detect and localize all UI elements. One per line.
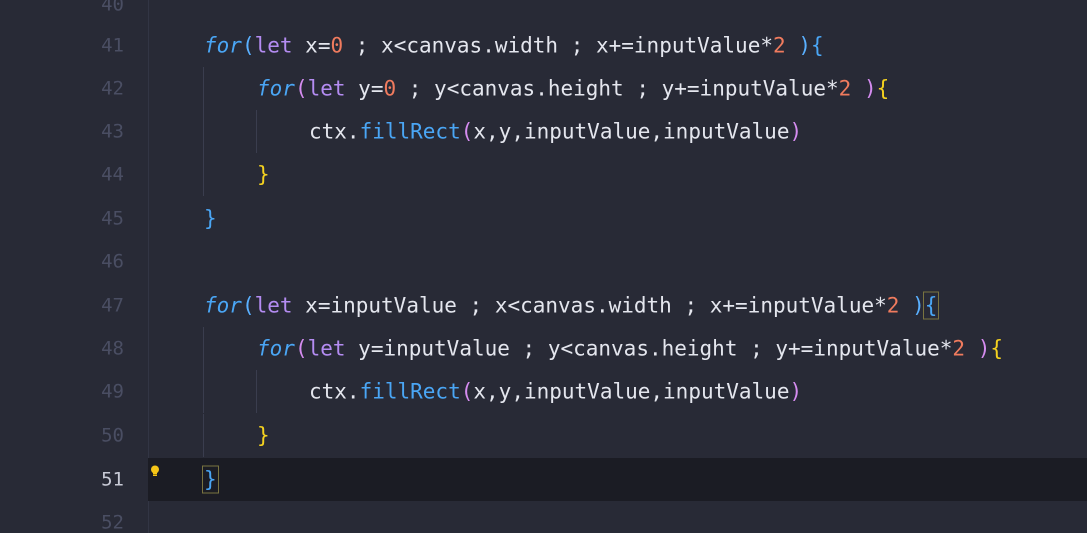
code-editor[interactable]: 40 41 for(let x=0 ; x<canvas.width ; x+=… <box>0 0 1087 533</box>
code-text[interactable]: } <box>257 425 270 446</box>
code-text[interactable]: ctx.fillRect(x,y,inputValue,inputValue) <box>309 381 802 402</box>
code-segment: y= <box>345 76 384 101</box>
keyword-let: let <box>307 336 346 361</box>
code-segment: x=inputValue ; x<canvas.width ; x+=input… <box>292 293 887 318</box>
keyword-for: for <box>257 336 295 361</box>
open-paren: ( <box>460 379 474 404</box>
keyword-let: let <box>307 76 346 101</box>
code-segment: ctx. <box>309 119 360 144</box>
current-code-line[interactable]: 51 } <box>0 458 1087 502</box>
indent-guide <box>203 110 204 154</box>
open-brace: { <box>876 76 890 101</box>
number-literal: 0 <box>330 33 344 58</box>
code-segment: y=inputValue ; y<canvas.height ; y+=inpu… <box>345 336 953 361</box>
close-paren: ) <box>863 76 877 101</box>
line-number: 43 <box>101 120 124 143</box>
number-literal: 2 <box>952 336 966 361</box>
code-line[interactable]: 41 for(let x=0 ; x<canvas.width ; x+=inp… <box>0 24 1087 67</box>
code-text[interactable]: for(let x=0 ; x<canvas.width ; x+=inputV… <box>204 35 824 56</box>
close-paren: ) <box>912 293 925 318</box>
code-line[interactable]: 47 for(let x=inputValue ; x<canvas.width… <box>0 284 1087 327</box>
matched-close-brace: } <box>202 465 219 494</box>
code-line[interactable]: 49 ctx.fillRect(x,y,inputValue,inputValu… <box>0 370 1087 414</box>
close-paren: ) <box>789 379 803 404</box>
close-paren: ) <box>798 33 811 58</box>
indent-guide <box>256 110 257 154</box>
code-text[interactable]: for(let y=inputValue ; y<canvas.height ;… <box>257 338 1003 359</box>
code-line[interactable]: 44 } <box>0 153 1087 197</box>
code-line[interactable]: 42 for(let y=0 ; y<canvas.height ; y+=in… <box>0 67 1087 111</box>
close-brace: } <box>257 423 270 448</box>
code-line[interactable]: 43 ctx.fillRect(x,y,inputValue,inputValu… <box>0 110 1087 154</box>
lightbulb-icon[interactable] <box>150 458 160 476</box>
code-segment: ; x<canvas.width ; x+=inputValue* <box>343 33 773 58</box>
keyword-for: for <box>257 76 295 101</box>
open-paren: ( <box>294 336 308 361</box>
number-literal: 2 <box>773 33 786 58</box>
code-text[interactable]: for(let x=inputValue ; x<canvas.width ; … <box>204 291 940 320</box>
code-line[interactable]: 46 <box>0 240 1087 283</box>
line-number: 50 <box>101 424 124 447</box>
code-line[interactable]: 45 } <box>0 197 1087 240</box>
line-number: 42 <box>101 77 124 100</box>
indent-guide <box>203 67 204 111</box>
indent-guide <box>203 153 204 197</box>
function-name: fillRect <box>359 119 461 144</box>
code-segment: x= <box>292 33 331 58</box>
keyword-for: for <box>204 33 242 58</box>
open-paren: ( <box>460 119 474 144</box>
line-number: 51 <box>101 468 124 491</box>
code-segment: ctx. <box>309 379 360 404</box>
code-text[interactable]: for(let y=0 ; y<canvas.height ; y+=input… <box>257 78 889 99</box>
close-brace: } <box>204 206 217 231</box>
line-number: 41 <box>101 34 124 57</box>
open-brace: { <box>810 33 824 58</box>
indent-guide <box>203 414 204 458</box>
function-name: fillRect <box>359 379 461 404</box>
code-line[interactable]: 52 <box>0 501 1087 533</box>
code-segment: x,y,inputValue,inputValue <box>473 379 790 404</box>
open-brace: { <box>990 336 1004 361</box>
keyword-for: for <box>204 293 242 318</box>
code-line[interactable]: 48 for(let y=inputValue ; y<canvas.heigh… <box>0 327 1087 371</box>
number-literal: 2 <box>886 293 900 318</box>
indent-guide <box>203 327 204 371</box>
line-number: 48 <box>101 337 124 360</box>
line-number: 52 <box>101 511 124 533</box>
indent-guide <box>203 370 204 414</box>
close-paren: ) <box>789 119 803 144</box>
line-number: 49 <box>101 380 124 403</box>
code-line[interactable]: 50 } <box>0 414 1087 458</box>
open-paren: ( <box>241 293 255 318</box>
code-text[interactable]: } <box>257 164 270 185</box>
code-text[interactable]: ctx.fillRect(x,y,inputValue,inputValue) <box>309 121 802 142</box>
code-text[interactable]: } <box>202 465 219 494</box>
matched-open-brace: { <box>922 291 940 320</box>
line-number: 46 <box>101 250 124 273</box>
number-literal: 0 <box>383 76 397 101</box>
code-text[interactable]: } <box>204 208 217 229</box>
line-number: 40 <box>101 0 124 16</box>
line-number: 44 <box>101 163 124 186</box>
code-line[interactable]: 40 <box>0 0 1087 26</box>
keyword-let: let <box>254 33 293 58</box>
code-segment: ; y<canvas.height ; y+=inputValue* <box>396 76 839 101</box>
keyword-let: let <box>254 293 293 318</box>
indent-guide <box>256 370 257 414</box>
code-segment: x,y,inputValue,inputValue <box>473 119 790 144</box>
line-number: 47 <box>101 294 124 317</box>
open-paren: ( <box>241 33 255 58</box>
close-paren: ) <box>977 336 991 361</box>
number-literal: 2 <box>838 76 852 101</box>
open-paren: ( <box>294 76 308 101</box>
close-brace: } <box>257 162 270 187</box>
line-number: 45 <box>101 207 124 230</box>
